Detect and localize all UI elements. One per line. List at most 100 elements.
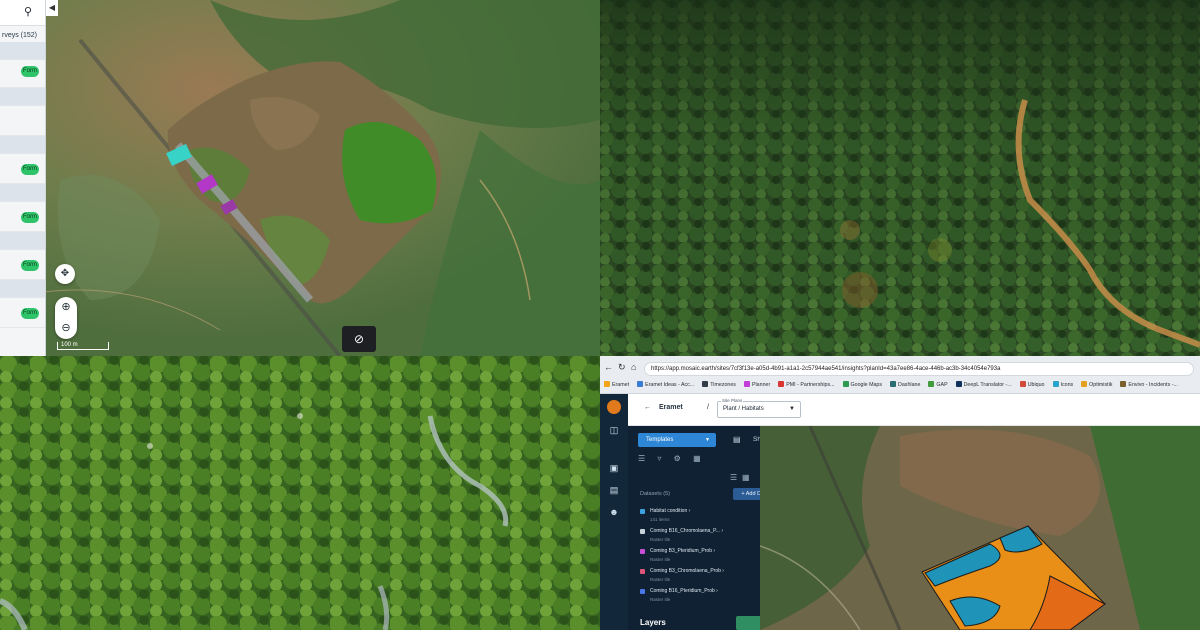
- recenter-icon[interactable]: ✥: [55, 264, 75, 284]
- list-view-icon[interactable]: ☰: [730, 473, 737, 482]
- panel-tabs: ☰ ▿ ⚙ ▦: [638, 454, 711, 463]
- back-icon[interactable]: ←: [644, 404, 651, 411]
- layer-item[interactable]: Coming B16_Pteridium_Prob › Raster tile: [640, 588, 755, 606]
- bookmark-icon: [743, 381, 750, 387]
- bookmark-item[interactable]: Google Maps: [842, 380, 882, 391]
- survey-list-panel: rveys (152) Form Form Form Form Form: [0, 0, 46, 356]
- bookmark-icon: [637, 381, 644, 387]
- report-icon[interactable]: ▤: [733, 435, 741, 444]
- bookmarks-bar: Eramet Eramet Ideas - Acc... Timezones Plan…: [604, 380, 1196, 391]
- layer-swatch: [640, 549, 645, 554]
- bookmark-icon: [1052, 381, 1059, 387]
- list-section: [0, 136, 45, 154]
- layer-subtitle: 141 items: [650, 517, 670, 522]
- layer-subtitle: Raster tile: [650, 557, 671, 562]
- bookmark-item[interactable]: GAP: [928, 380, 948, 391]
- list-section: [0, 232, 45, 250]
- dropdown-arrow-icon: ▼: [789, 406, 795, 412]
- home-icon[interactable]: ⌂: [631, 362, 636, 372]
- bookmark-item[interactable]: Eramet: [604, 380, 629, 391]
- app-logo-icon[interactable]: [607, 400, 621, 414]
- bookmark-item[interactable]: Eramet Ideas - Acc...: [637, 380, 694, 391]
- site-plan-value: Plant / Habitats: [723, 406, 764, 412]
- hide-layer-icon[interactable]: ⊘: [342, 326, 376, 352]
- layer-swatch: [640, 589, 645, 594]
- form-badge: Form: [21, 164, 39, 175]
- bookmark-item[interactable]: Icons: [1052, 380, 1073, 391]
- list-item[interactable]: Form: [0, 202, 45, 232]
- list-item[interactable]: Form: [0, 250, 45, 280]
- chevron-down-icon: ▼: [705, 437, 710, 443]
- layers-panel: Templates ▼ ▤ Share ☰ ▿ ⚙ ▦ ☰ ▦ Datasets…: [628, 426, 777, 630]
- bookmark-item[interactable]: PMI - Partnerships...: [778, 380, 835, 391]
- bookmark-item[interactable]: Timezones: [702, 380, 736, 391]
- site-plans-label: Site Plans: [721, 398, 744, 403]
- layer-subtitle: Raster tile: [650, 597, 671, 602]
- layer-title: Habitat condition ›: [650, 508, 691, 514]
- tab-filter-icon[interactable]: ▿: [657, 454, 661, 463]
- forest-canopy-image: [600, 0, 1200, 356]
- bookmark-icon: [1081, 381, 1088, 387]
- bookmark-icon: [928, 381, 935, 387]
- bookmark-item[interactable]: Ubiquo: [1019, 380, 1045, 391]
- back-arrow-icon[interactable]: ←: [604, 362, 613, 372]
- breadcrumb-separator: /: [707, 404, 709, 411]
- list-item[interactable]: Form: [0, 298, 45, 328]
- site-plan-select[interactable]: Plant / Habitats ▼: [717, 401, 801, 418]
- layer-item[interactable]: Coming B16_Chromolaena_P... › Raster tile: [640, 528, 755, 546]
- list-item[interactable]: Form: [0, 60, 45, 88]
- app-sidebar-rail: ◫ ▣ ▤ ☻: [600, 394, 628, 630]
- list-section: [0, 42, 45, 60]
- app-topbar: ← Eramet / Plant / Habitats ▼ Site Plans: [628, 394, 1200, 426]
- river-canopy-image: [0, 356, 600, 630]
- reload-icon[interactable]: ↻: [618, 362, 626, 373]
- bookmark-item[interactable]: Optimistik: [1081, 380, 1112, 391]
- layer-title: Coming B16_Pteridium_Prob ›: [650, 588, 718, 594]
- mosaic-app-screenshot: ← ↻ ⌂ https://app.mosaic.earth/sites/7cf…: [600, 356, 1200, 630]
- form-badge: Form: [21, 212, 39, 223]
- bookmark-item[interactable]: Planner: [743, 380, 770, 391]
- layer-title: Coming B3_Chromolaena_Prob ›: [650, 568, 724, 574]
- layer-title: Coming B3_Pteridium_Prob ›: [650, 548, 716, 554]
- breadcrumb-root[interactable]: Eramet: [659, 404, 683, 411]
- bookmark-item[interactable]: Dashlane: [890, 380, 920, 391]
- tab-layers-icon[interactable]: ☰: [638, 454, 645, 463]
- collapse-arrow-icon[interactable]: ◀: [46, 0, 58, 16]
- browser-chrome: ← ↻ ⌂ https://app.mosaic.earth/sites/7cf…: [600, 356, 1200, 394]
- bookmark-icon: [604, 381, 610, 387]
- zoom-out-icon[interactable]: ⊖: [55, 318, 77, 339]
- drone-map-panel[interactable]: rveys (152) Form Form Form Form Form ⚲ ◀…: [0, 0, 600, 356]
- list-section: [0, 184, 45, 202]
- grid-view-icon[interactable]: ▦: [742, 473, 750, 482]
- layer-subtitle: Raster tile: [650, 537, 671, 542]
- address-bar[interactable]: https://app.mosaic.earth/sites/7cf3f13e-…: [644, 362, 1194, 376]
- bookmark-icon: [842, 381, 849, 387]
- layer-item[interactable]: Habitat condition › 141 items: [640, 508, 755, 526]
- map-icon[interactable]: ▣: [608, 462, 620, 474]
- form-badge: Form: [21, 260, 39, 271]
- bookmark-item[interactable]: DeepL Translator -...: [955, 380, 1012, 391]
- tab-grid-icon[interactable]: ▦: [693, 454, 701, 463]
- tab-tools-icon[interactable]: ⚙: [674, 454, 681, 463]
- users-icon[interactable]: ☻: [608, 506, 620, 518]
- list-item[interactable]: [0, 106, 45, 136]
- datasets-label: Datasets (5): [640, 491, 670, 497]
- bookmark-icon: [1019, 381, 1026, 387]
- list-section: [0, 88, 45, 106]
- templates-button[interactable]: Templates ▼: [638, 433, 716, 447]
- list-item[interactable]: Form: [0, 154, 45, 184]
- bookmark-item[interactable]: Envivo - Incidents -...: [1120, 380, 1178, 391]
- bookmark-icon: [702, 381, 709, 387]
- form-badge: Form: [21, 308, 39, 319]
- search-icon[interactable]: ⚲: [12, 5, 44, 21]
- zoom-in-icon[interactable]: ⊕: [55, 297, 77, 318]
- layer-item[interactable]: Coming B3_Chromolaena_Prob › Raster tile: [640, 568, 755, 586]
- surveys-count: rveys (152): [2, 32, 38, 39]
- layer-swatch: [640, 529, 645, 534]
- document-icon[interactable]: ▤: [608, 484, 620, 496]
- layer-item[interactable]: Coming B3_Pteridium_Prob › Raster tile: [640, 548, 755, 566]
- habitat-map[interactable]: [760, 426, 1200, 630]
- list-section: [0, 280, 45, 298]
- panel-toggle-icon[interactable]: ◫: [608, 424, 620, 436]
- layer-swatch: [640, 509, 645, 514]
